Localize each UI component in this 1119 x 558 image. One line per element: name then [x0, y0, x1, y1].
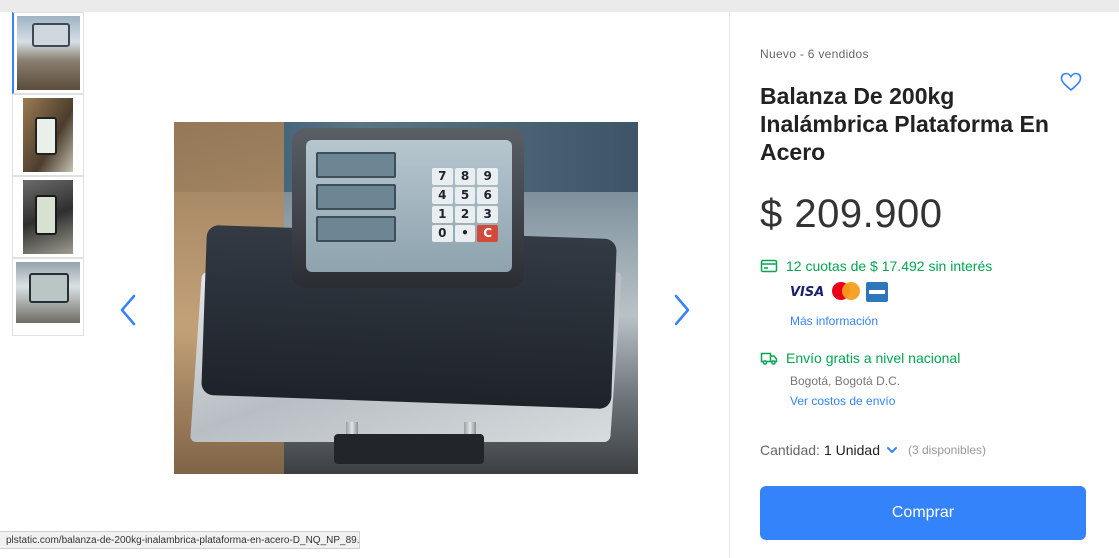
heart-icon: [1060, 72, 1082, 92]
main-product-photo[interactable]: 7 8 9 4 5 6 1 2 3 0 • C: [174, 122, 638, 474]
card-icon: [760, 259, 778, 273]
visa-logo: VISA: [790, 284, 825, 300]
chevron-left-icon: [120, 294, 136, 326]
shipping-text: Envío gratis a nivel nacional: [786, 350, 961, 366]
chevron-right-icon: [674, 294, 690, 326]
amex-logo: [866, 282, 889, 302]
product-title: Balanza De 200kg Inalámbrica Plataforma …: [760, 83, 1049, 165]
favorite-button[interactable]: [1060, 72, 1082, 92]
quantity-label: Cantidad:: [760, 442, 820, 458]
thumbnail-3[interactable]: [12, 176, 84, 258]
status-bar-url: plstatic.com/balanza-de-200kg-inalambric…: [0, 531, 360, 549]
product-card: 7 8 9 4 5 6 1 2 3 0 • C Nuevo - 6 vendid…: [0, 12, 1119, 558]
mastercard-logo: [830, 282, 861, 302]
installments-row: 12 cuotas de $ 17.492 sin interés: [760, 257, 992, 275]
thumbnail-1[interactable]: [12, 12, 84, 94]
quantity-value[interactable]: 1 Unidad: [824, 442, 880, 458]
prev-image-button[interactable]: [116, 292, 140, 328]
thumbnail-list: [12, 12, 84, 336]
installments-text: 12 cuotas de $ 17.492 sin interés: [786, 258, 993, 274]
top-divider: [0, 0, 1119, 12]
keypad: 7 8 9 4 5 6 1 2 3 0 • C: [432, 168, 498, 242]
thumbnail-2[interactable]: [12, 94, 84, 176]
shipping-row: Envío gratis a nivel nacional: [760, 349, 960, 367]
chevron-down-icon[interactable]: [886, 444, 898, 456]
condition-sold-count: Nuevo - 6 vendidos: [760, 47, 869, 61]
quantity-selector: Cantidad: 1 Unidad (3 disponibles): [760, 442, 986, 458]
location-text: Bogotá, Bogotá D.C.: [790, 374, 901, 388]
payment-methods: VISA: [790, 282, 889, 302]
image-gallery: 7 8 9 4 5 6 1 2 3 0 • C: [0, 12, 730, 558]
next-image-button[interactable]: [670, 292, 694, 328]
shipping-costs-link[interactable]: Ver costos de envío: [790, 394, 895, 408]
buy-button[interactable]: Comprar: [760, 486, 1086, 540]
truck-icon: [760, 352, 778, 365]
thumbnail-4[interactable]: [12, 258, 84, 336]
available-count: (3 disponibles): [907, 443, 987, 457]
product-price: $ 209.900: [760, 192, 943, 236]
more-info-link[interactable]: Más información: [790, 314, 878, 328]
